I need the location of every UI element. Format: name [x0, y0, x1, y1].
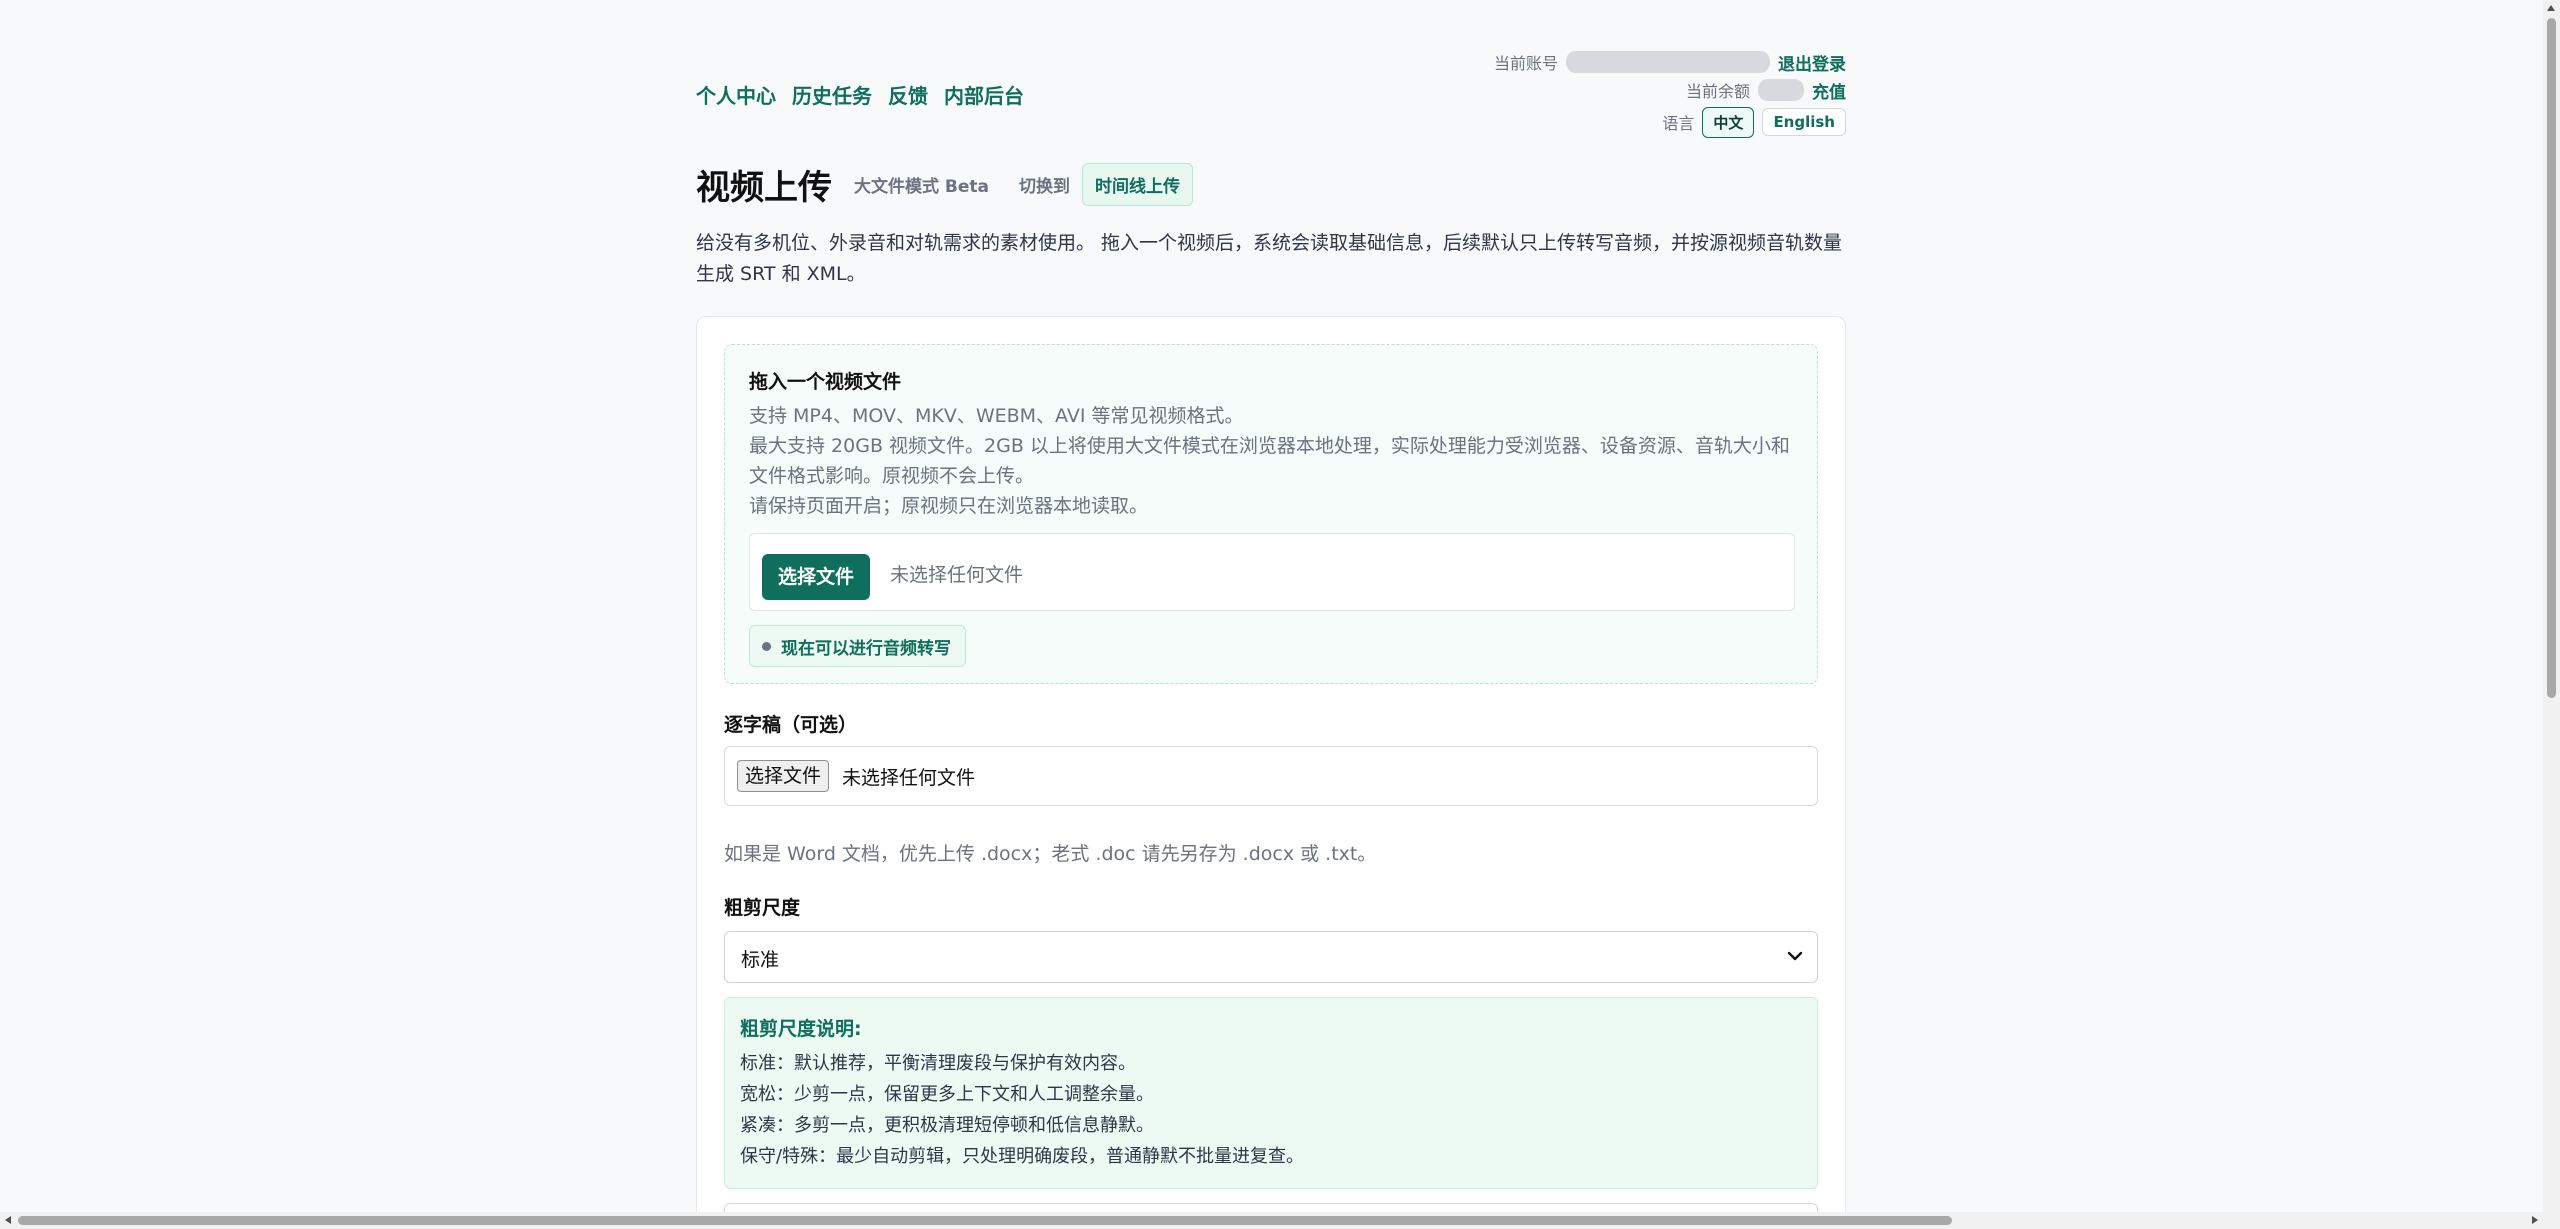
nav-admin[interactable]: 内部后台	[944, 80, 1024, 109]
cut-scale-select[interactable]: 标准	[724, 931, 1818, 983]
dropzone-info: 支持 MP4、MOV、MKV、WEBM、AVI 等常见视频格式。 最大支持 20…	[749, 401, 1799, 521]
explanation-title: 粗剪尺度说明:	[740, 1018, 862, 1040]
transcript-no-file-text: 未选择任何文件	[842, 767, 976, 789]
lang-en-button[interactable]: English	[1762, 108, 1846, 136]
upload-card: 拖入一个视频文件 支持 MP4、MOV、MKV、WEBM、AVI 等常见视频格式…	[696, 316, 1846, 1229]
choose-transcript-button[interactable]: 选择文件	[737, 760, 830, 792]
page: 个人中心 历史任务 反馈 内部后台 当前账号 退出登录 当前余额 充值 语言 中…	[0, 0, 2560, 1229]
explanation-list: 标准：默认推荐，平衡清理废段与保护有效内容。 宽松：少剪一点，保留更多上下文和人…	[740, 1048, 1304, 1172]
scroll-up-icon[interactable]	[2547, 5, 2555, 11]
language-label: 语言	[1662, 114, 1695, 133]
explanation-item: 宽松：少剪一点，保留更多上下文和人工调整余量。	[740, 1084, 1154, 1105]
nav-profile[interactable]: 个人中心	[696, 80, 776, 109]
dropzone-line: 请保持页面开启；原视频只在浏览器本地读取。	[749, 495, 1149, 517]
balance-label: 当前余额	[1685, 82, 1750, 101]
account-label: 当前账号	[1493, 54, 1558, 73]
account-masked-value	[1566, 51, 1770, 73]
transcript-file-input[interactable]: 选择文件 未选择任何文件	[724, 746, 1818, 806]
top-nav: 个人中心 历史任务 反馈 内部后台	[696, 80, 1024, 109]
nav-history[interactable]: 历史任务	[792, 80, 872, 109]
account-row: 当前账号 退出登录	[1494, 48, 1846, 76]
vertical-scrollbar[interactable]	[2543, 0, 2560, 1229]
status-badge: 现在可以进行音频转写	[749, 625, 966, 667]
switch-label: 切换到	[1019, 177, 1071, 197]
balance-row: 当前余额 充值	[1494, 76, 1846, 104]
account-panel: 当前账号 退出登录 当前余额 充值 语言 中文 English	[1494, 48, 1846, 138]
video-dropzone[interactable]: 拖入一个视频文件 支持 MP4、MOV、MKV、WEBM、AVI 等常见视频格式…	[724, 344, 1818, 684]
balance-masked-value	[1758, 79, 1804, 101]
transcript-hint: 如果是 Word 文档，优先上传 .docx；老式 .doc 请先另存为 .do…	[724, 843, 1377, 865]
horizontal-scrollbar[interactable]	[0, 1212, 2543, 1229]
timeline-upload-button[interactable]: 时间线上传	[1082, 163, 1194, 206]
page-description: 给没有多机位、外录音和对轨需求的素材使用。 拖入一个视频后，系统会读取基础信息，…	[696, 232, 1843, 285]
recharge-link[interactable]: 充值	[1812, 78, 1846, 103]
logout-link[interactable]: 退出登录	[1778, 50, 1846, 75]
video-file-input[interactable]: 选择文件 未选择任何文件	[749, 533, 1795, 611]
video-no-file-text: 未选择任何文件	[890, 564, 1024, 586]
explanation-item: 紧凑：多剪一点，更积极清理短停顿和低信息静默。	[740, 1115, 1154, 1136]
transcript-label: 逐字稿（可选）	[724, 714, 858, 736]
vertical-scroll-thumb[interactable]	[2547, 18, 2556, 698]
language-row: 语言 中文 English	[1494, 106, 1846, 138]
dropzone-title: 拖入一个视频文件	[749, 371, 902, 393]
cut-scale-value: 标准	[741, 949, 780, 971]
status-dot-icon	[762, 641, 771, 651]
scroll-right-icon[interactable]	[2532, 1216, 2538, 1224]
dropzone-line: 支持 MP4、MOV、MKV、WEBM、AVI 等常见视频格式。	[749, 405, 1244, 427]
dropzone-line: 最大支持 20GB 视频文件。2GB 以上将使用大文件模式在浏览器本地处理，实际…	[749, 435, 1790, 487]
cut-scale-label: 粗剪尺度	[724, 897, 801, 919]
scroll-left-icon[interactable]	[5, 1216, 11, 1224]
status-text: 现在可以进行音频转写	[781, 638, 951, 659]
lang-zh-button[interactable]: 中文	[1702, 106, 1755, 138]
horizontal-scroll-thumb[interactable]	[18, 1216, 1952, 1225]
title-row: 视频上传 大文件模式 Beta 切换到 时间线上传	[696, 160, 1194, 209]
mode-label: 大文件模式 Beta	[854, 177, 990, 197]
cut-scale-explanation: 粗剪尺度说明: 标准：默认推荐，平衡清理废段与保护有效内容。 宽松：少剪一点，保…	[724, 997, 1818, 1189]
page-title: 视频上传	[696, 168, 832, 208]
chevron-down-icon	[1787, 951, 1803, 961]
explanation-item: 标准：默认推荐，平衡清理废段与保护有效内容。	[740, 1053, 1136, 1074]
nav-feedback[interactable]: 反馈	[888, 80, 928, 109]
choose-video-button[interactable]: 选择文件	[762, 554, 871, 600]
explanation-item: 保守/特殊：最少自动剪辑，只处理明确废段，普通静默不批量进复查。	[740, 1146, 1305, 1167]
